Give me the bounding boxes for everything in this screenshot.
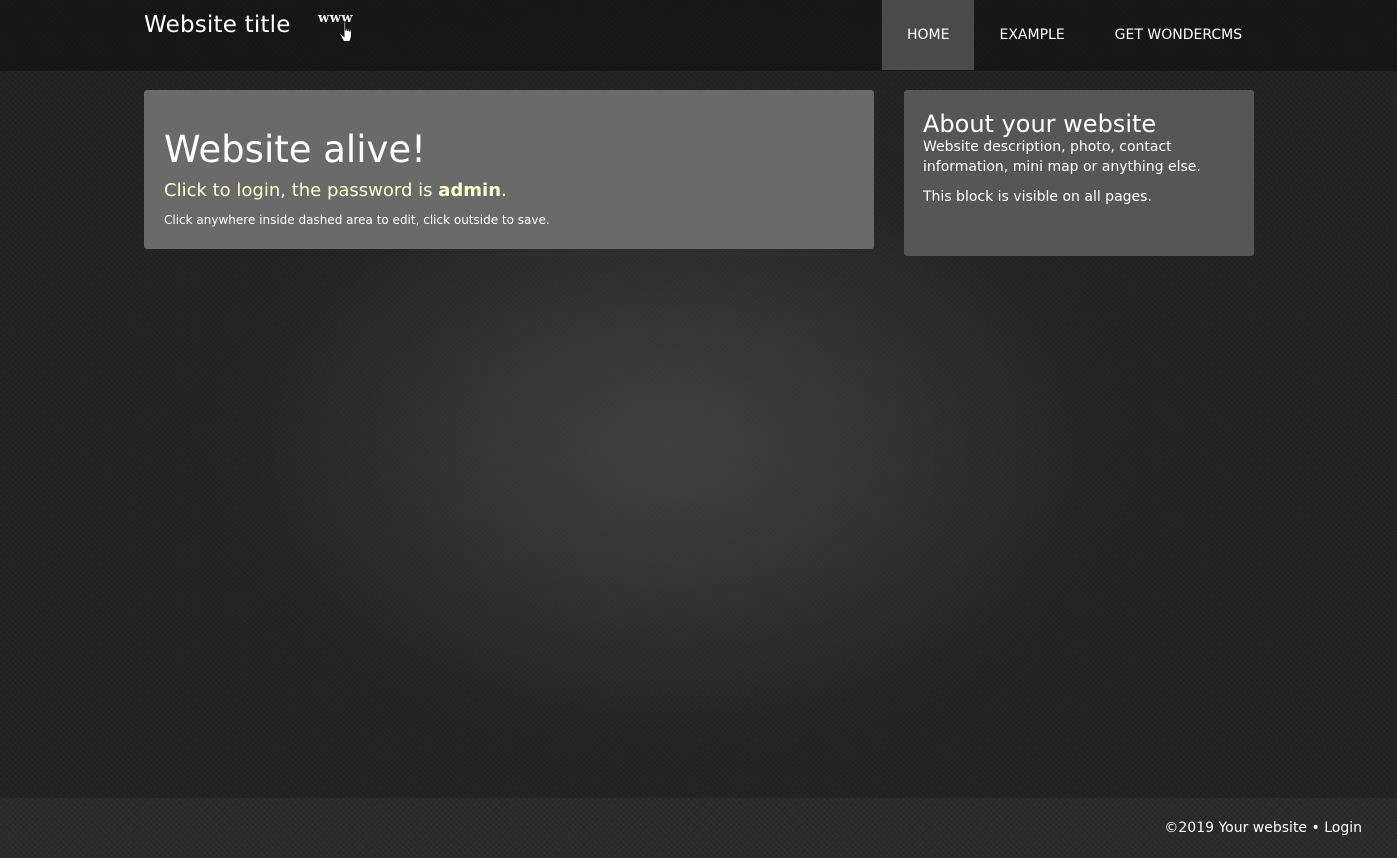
sidebar-note: This block is visible on all pages. — [923, 189, 1152, 205]
login-instruction-prefix: Click to login, the password is — [164, 180, 439, 201]
login-instruction-suffix: . — [501, 180, 507, 201]
www-logo: www — [318, 11, 368, 43]
footer-login-link[interactable]: Login — [1324, 820, 1362, 836]
main-nav: HOME EXAMPLE GET WONDERCMS — [882, 0, 1267, 70]
footer-copyright: ©2019 Your website — [1164, 820, 1308, 836]
main-content-card[interactable]: Website alive! Click to login, the passw… — [144, 90, 874, 249]
login-instruction[interactable]: Click to login, the password is admin. — [164, 179, 507, 203]
sidebar-card[interactable]: About your website Website description, … — [904, 90, 1254, 256]
sidebar-heading[interactable]: About your website — [923, 109, 1156, 139]
nav-item-get-wondercms[interactable]: GET WONDERCMS — [1090, 0, 1267, 70]
hand-pointer-icon — [339, 21, 352, 42]
nav-item-home[interactable]: HOME — [882, 0, 975, 70]
main-heading[interactable]: Website alive! — [164, 128, 426, 172]
edit-hint: Click anywhere inside dashed area to edi… — [164, 213, 550, 227]
site-title[interactable]: Website title — [144, 10, 291, 40]
footer: ©2019 Your website • Login — [0, 798, 1397, 858]
sidebar-description[interactable]: Website description, photo, contact info… — [923, 137, 1223, 177]
top-bar: Website title www HOME EXAMPLE GET WONDE… — [0, 0, 1397, 70]
footer-separator: • — [1307, 820, 1325, 836]
nav-item-example[interactable]: EXAMPLE — [974, 0, 1089, 70]
footer-text: ©2019 Your website • Login — [1164, 818, 1362, 838]
login-password: admin — [438, 180, 502, 201]
